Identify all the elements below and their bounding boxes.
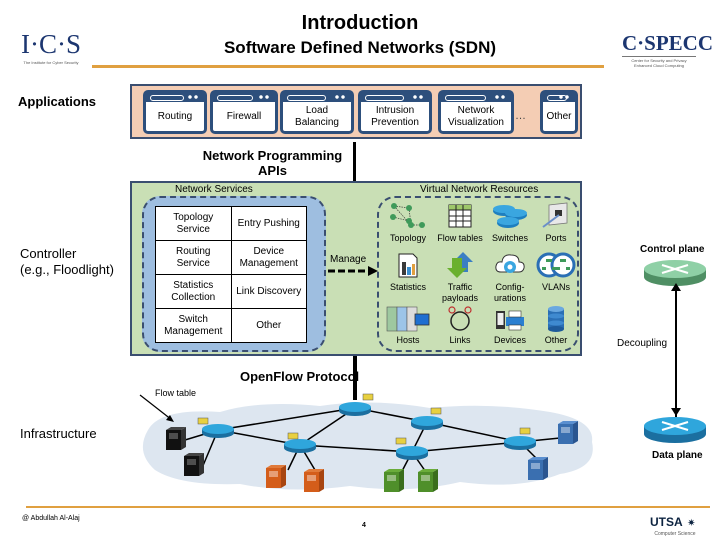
controller-layer-label: Controller (e.g., Floodlight): [20, 246, 114, 277]
app-routing[interactable]: Routing: [143, 90, 207, 134]
manage-arrow-icon: [328, 266, 378, 276]
resource-statistics: Statistics: [382, 250, 434, 293]
network-programming-apis-label: Network Programming APIs: [202, 148, 343, 178]
window-bar-icon: [441, 93, 511, 102]
footer-divider: [26, 506, 710, 508]
resource-switches: Switches: [484, 201, 536, 244]
utsa-logo-mark: UTSA: [650, 515, 683, 529]
service-cell: Entry Pushing: [230, 206, 307, 241]
resource-configurations: Config-urations: [484, 250, 536, 304]
service-cell: Topology Service: [155, 206, 232, 241]
virtual-resources-title: Virtual Network Resources: [420, 184, 539, 195]
resource-label: Switches: [491, 233, 528, 243]
resource-flow-tables: Flow tables: [434, 201, 486, 244]
resource-hosts: Hosts: [382, 305, 434, 346]
window-bar-icon: [361, 93, 429, 102]
resource-label: Hosts: [396, 335, 420, 345]
ics-logo-subtitle: The Institute for Cyber Security: [23, 60, 79, 65]
table-row: Statistics Collection Link Discovery: [155, 274, 307, 309]
page-number: 4: [362, 522, 366, 529]
app-label: Network Visualization: [448, 104, 504, 128]
decoupling-arrowhead-up-icon: [671, 283, 681, 291]
resource-links: Links: [434, 305, 486, 346]
applications-layer-label: Applications: [18, 94, 97, 109]
service-cell: Link Discovery: [230, 274, 307, 309]
flow-table-icon: [448, 204, 472, 228]
resource-other: Other: [530, 305, 582, 346]
infrastructure-layer-label: Infrastructure: [20, 426, 97, 441]
service-cell: Device Management: [230, 240, 307, 275]
resource-traffic-payloads: Traffic payloads: [434, 250, 486, 304]
infrastructure-network-diagram: [139, 393, 593, 492]
utsa-logo-subtitle: Computer Science: [654, 531, 696, 537]
cspecc-logo-mark: C·SPECC: [622, 31, 714, 55]
app-other[interactable]: Other: [540, 90, 578, 134]
slide-title: Introduction: [301, 12, 419, 34]
network-services-table: Topology Service Entry Pushing Routing S…: [155, 206, 307, 343]
app-label: Firewall: [226, 110, 262, 122]
manage-label: Manage: [330, 254, 367, 265]
traffic-icon: [447, 252, 473, 278]
app-label: Routing: [157, 110, 193, 122]
more-apps-ellipsis: …: [515, 110, 526, 122]
vlan-icon: [536, 252, 576, 278]
resource-label: Topology: [389, 233, 427, 243]
ports-icon: [542, 202, 568, 228]
app-network-visualization[interactable]: Network Visualization: [438, 90, 514, 134]
resource-label: Flow tables: [437, 233, 483, 243]
database-icon: [548, 306, 564, 332]
resource-label: VLANs: [541, 282, 570, 292]
resource-label: Devices: [493, 335, 526, 345]
app-intrusion-prevention[interactable]: Intrusion Prevention: [358, 90, 432, 134]
openflow-protocol-label: OpenFlow Protocol: [240, 369, 360, 384]
statistics-icon: [398, 253, 418, 278]
service-cell: Routing Service: [155, 240, 232, 275]
slide-subtitle: Software Defined Networks (SDN): [223, 38, 497, 57]
topology-icon: [390, 203, 425, 228]
header-divider: [92, 65, 604, 68]
resource-label: Traffic payloads: [441, 282, 479, 303]
footer-author: @ Abdullah Al-Alaj: [22, 515, 80, 522]
app-firewall[interactable]: Firewall: [210, 90, 278, 134]
resource-label: Config-urations: [493, 282, 527, 303]
decoupling-label: Decoupling: [617, 338, 668, 349]
hosts-icon: [386, 306, 430, 332]
service-cell: Switch Management: [155, 308, 232, 343]
resource-label: Statistics: [389, 282, 426, 292]
cspecc-logo-subtitle: Center for Security and Privacy Enhanced…: [622, 56, 696, 68]
utsa-logo: UTSA ✷ Computer Science: [650, 513, 696, 537]
resource-ports: Ports: [530, 201, 582, 244]
flow-table-pointer: [139, 394, 173, 421]
data-plane-router-icon: [644, 417, 706, 443]
window-bar-icon: [543, 93, 575, 102]
resource-label: Links: [449, 335, 471, 345]
service-cell: Statistics Collection: [155, 274, 232, 309]
app-label: Intrusion Prevention: [371, 104, 419, 128]
links-icon: [448, 306, 472, 331]
switches-icon: [493, 205, 527, 228]
network-services-title: Network Services: [175, 184, 253, 195]
resource-label: Ports: [545, 233, 567, 243]
table-row: Topology Service Entry Pushing: [155, 206, 307, 241]
window-bar-icon: [213, 93, 275, 102]
resource-devices: Devices: [484, 305, 536, 346]
utsa-star-icon: ✷: [687, 518, 696, 529]
resource-vlans: VLANs: [530, 250, 582, 293]
table-row: Routing Service Device Management: [155, 240, 307, 275]
data-plane-label: Data plane: [652, 450, 703, 461]
window-bar-icon: [283, 93, 351, 102]
devices-icon: [496, 310, 524, 331]
api-connector-line: [353, 142, 356, 182]
app-load-balancing[interactable]: Load Balancing: [280, 90, 354, 134]
resource-topology: Topology: [382, 201, 434, 244]
control-plane-label: Control plane: [640, 244, 705, 255]
table-row: Switch Management Other: [155, 308, 307, 343]
resource-label: Other: [544, 335, 568, 345]
configuration-icon: [495, 254, 525, 273]
service-cell: Other: [230, 308, 307, 343]
window-bar-icon: [146, 93, 204, 102]
cspecc-logo: C·SPECC Center for Security and Privacy …: [622, 31, 714, 68]
app-label: Other: [546, 110, 572, 122]
app-label: Load Balancing: [295, 104, 339, 128]
